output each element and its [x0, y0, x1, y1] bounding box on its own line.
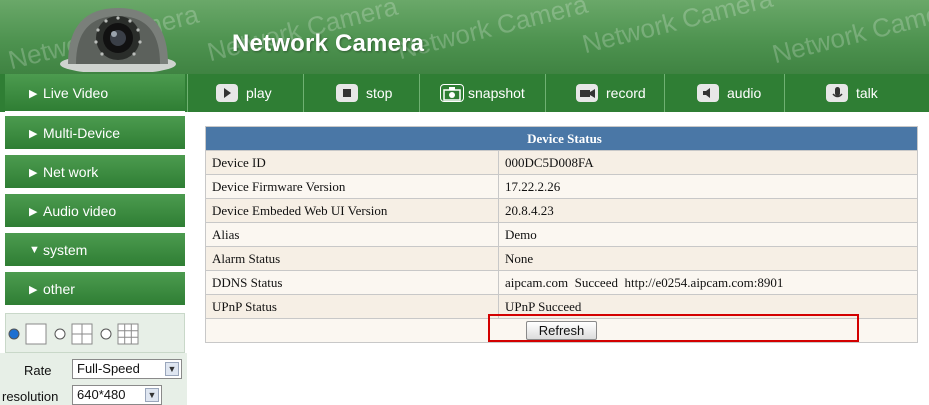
- play-label: play: [246, 85, 272, 101]
- table-row: DDNS Status aipcam.com Succeed http://e0…: [205, 270, 918, 295]
- sidebar-item-label: system: [43, 241, 88, 258]
- sidebar-item-audio-video[interactable]: ▶ Audio video: [5, 194, 185, 228]
- arrow-right-icon: ▶: [29, 206, 38, 218]
- table-title: Device Status: [205, 126, 918, 151]
- layout-options: [8, 323, 139, 345]
- row-value: 20.8.4.23: [498, 198, 918, 223]
- toolbar-divider: [545, 74, 546, 112]
- arrow-right-icon: ▶: [29, 128, 38, 140]
- chevron-down-icon: ▼: [145, 388, 159, 402]
- row-label: DDNS Status: [205, 270, 499, 295]
- stop-icon: [336, 84, 358, 102]
- microphone-icon: [826, 84, 848, 102]
- row-label: Device ID: [205, 150, 499, 175]
- speaker-icon: [697, 84, 719, 102]
- play-icon: [216, 84, 238, 102]
- watermark-text: Network Camera: [769, 0, 929, 70]
- toolbar-divider: [303, 74, 304, 112]
- table-row: Device Firmware Version 17.22.2.26: [205, 174, 918, 199]
- chevron-down-icon: ▼: [165, 362, 179, 376]
- sidebar-item-label: Net work: [43, 163, 99, 180]
- stream-settings: Rate Full-Speed ▼ resolution 640*480 ▼: [0, 353, 187, 405]
- sidebar-item-label: other: [43, 280, 75, 297]
- arrow-down-icon: ▼: [29, 244, 40, 256]
- toolbar-divider: [187, 74, 188, 112]
- device-status-table: Device Status Device ID 000DC5D008FA Dev…: [205, 126, 918, 343]
- sidebar-item-system[interactable]: ▼ system: [5, 233, 185, 267]
- row-value: 000DC5D008FA: [498, 150, 918, 175]
- table-row: Alias Demo: [205, 222, 918, 247]
- play-button[interactable]: play: [216, 80, 272, 106]
- camera-icon: [440, 84, 464, 102]
- record-label: record: [606, 85, 646, 101]
- resolution-select[interactable]: 640*480 ▼: [72, 385, 162, 405]
- sidebar-item-live-video[interactable]: ▶ Live Video: [5, 74, 185, 112]
- arrow-right-icon: ▶: [29, 284, 38, 296]
- toolbar-divider: [784, 74, 785, 112]
- camera-web-ui: Network Camera Network Camera Network Ca…: [0, 0, 929, 405]
- header-banner: Network Camera Network Camera Network Ca…: [0, 0, 929, 74]
- toolbar-divider: [419, 74, 420, 112]
- snapshot-button[interactable]: snapshot: [440, 80, 525, 106]
- sidebar-item-label: Multi-Device: [43, 124, 121, 141]
- resolution-label: resolution: [2, 389, 59, 404]
- talk-button[interactable]: talk: [826, 80, 878, 106]
- layout-selector: [5, 313, 185, 353]
- audio-button[interactable]: audio: [697, 80, 761, 106]
- stop-label: stop: [366, 85, 393, 101]
- table-row: Device ID 000DC5D008FA: [205, 150, 918, 175]
- row-label: Alarm Status: [205, 246, 499, 271]
- record-button[interactable]: record: [576, 80, 646, 106]
- row-label: Alias: [205, 222, 499, 247]
- sidebar-item-multi-device[interactable]: ▶ Multi-Device: [5, 116, 185, 150]
- table-row: Device Embeded Web UI Version 20.8.4.23: [205, 198, 918, 223]
- toolbar-divider: [664, 74, 665, 112]
- audio-label: audio: [727, 85, 762, 101]
- talk-label: talk: [856, 85, 878, 101]
- watermark-text: Network Camera: [579, 0, 776, 60]
- row-value: Demo: [498, 222, 918, 247]
- brand-title: Network Camera: [232, 30, 425, 57]
- rate-value: Full-Speed: [77, 361, 140, 376]
- row-label: Device Embeded Web UI Version: [205, 198, 499, 223]
- rate-label: Rate: [24, 363, 52, 378]
- device-status-panel: Device Status Device ID 000DC5D008FA Dev…: [205, 126, 925, 343]
- sidebar-item-label: Live Video: [43, 84, 109, 101]
- table-row: Alarm Status None: [205, 246, 918, 271]
- row-value: 17.22.2.26: [498, 174, 918, 199]
- row-value: None: [498, 246, 918, 271]
- row-label: Device Firmware Version: [205, 174, 499, 199]
- rate-select[interactable]: Full-Speed ▼: [72, 359, 182, 379]
- arrow-right-icon: ▶: [29, 167, 38, 179]
- record-icon: [576, 84, 598, 102]
- sidebar-item-network[interactable]: ▶ Net work: [5, 155, 185, 189]
- row-label: UPnP Status: [205, 294, 499, 319]
- snapshot-label: snapshot: [468, 85, 525, 101]
- sidebar-item-label: Audio video: [43, 202, 117, 219]
- ddns-status-value: aipcam.com Succeed http://e0254.aipcam.c…: [498, 270, 918, 295]
- sidebar-item-other[interactable]: ▶ other: [5, 272, 185, 306]
- resolution-value: 640*480: [77, 387, 126, 402]
- stop-button[interactable]: stop: [336, 80, 392, 106]
- arrow-right-icon: ▶: [29, 88, 38, 100]
- dome-camera-image: [60, 8, 176, 72]
- ddns-highlight-box: [488, 314, 859, 342]
